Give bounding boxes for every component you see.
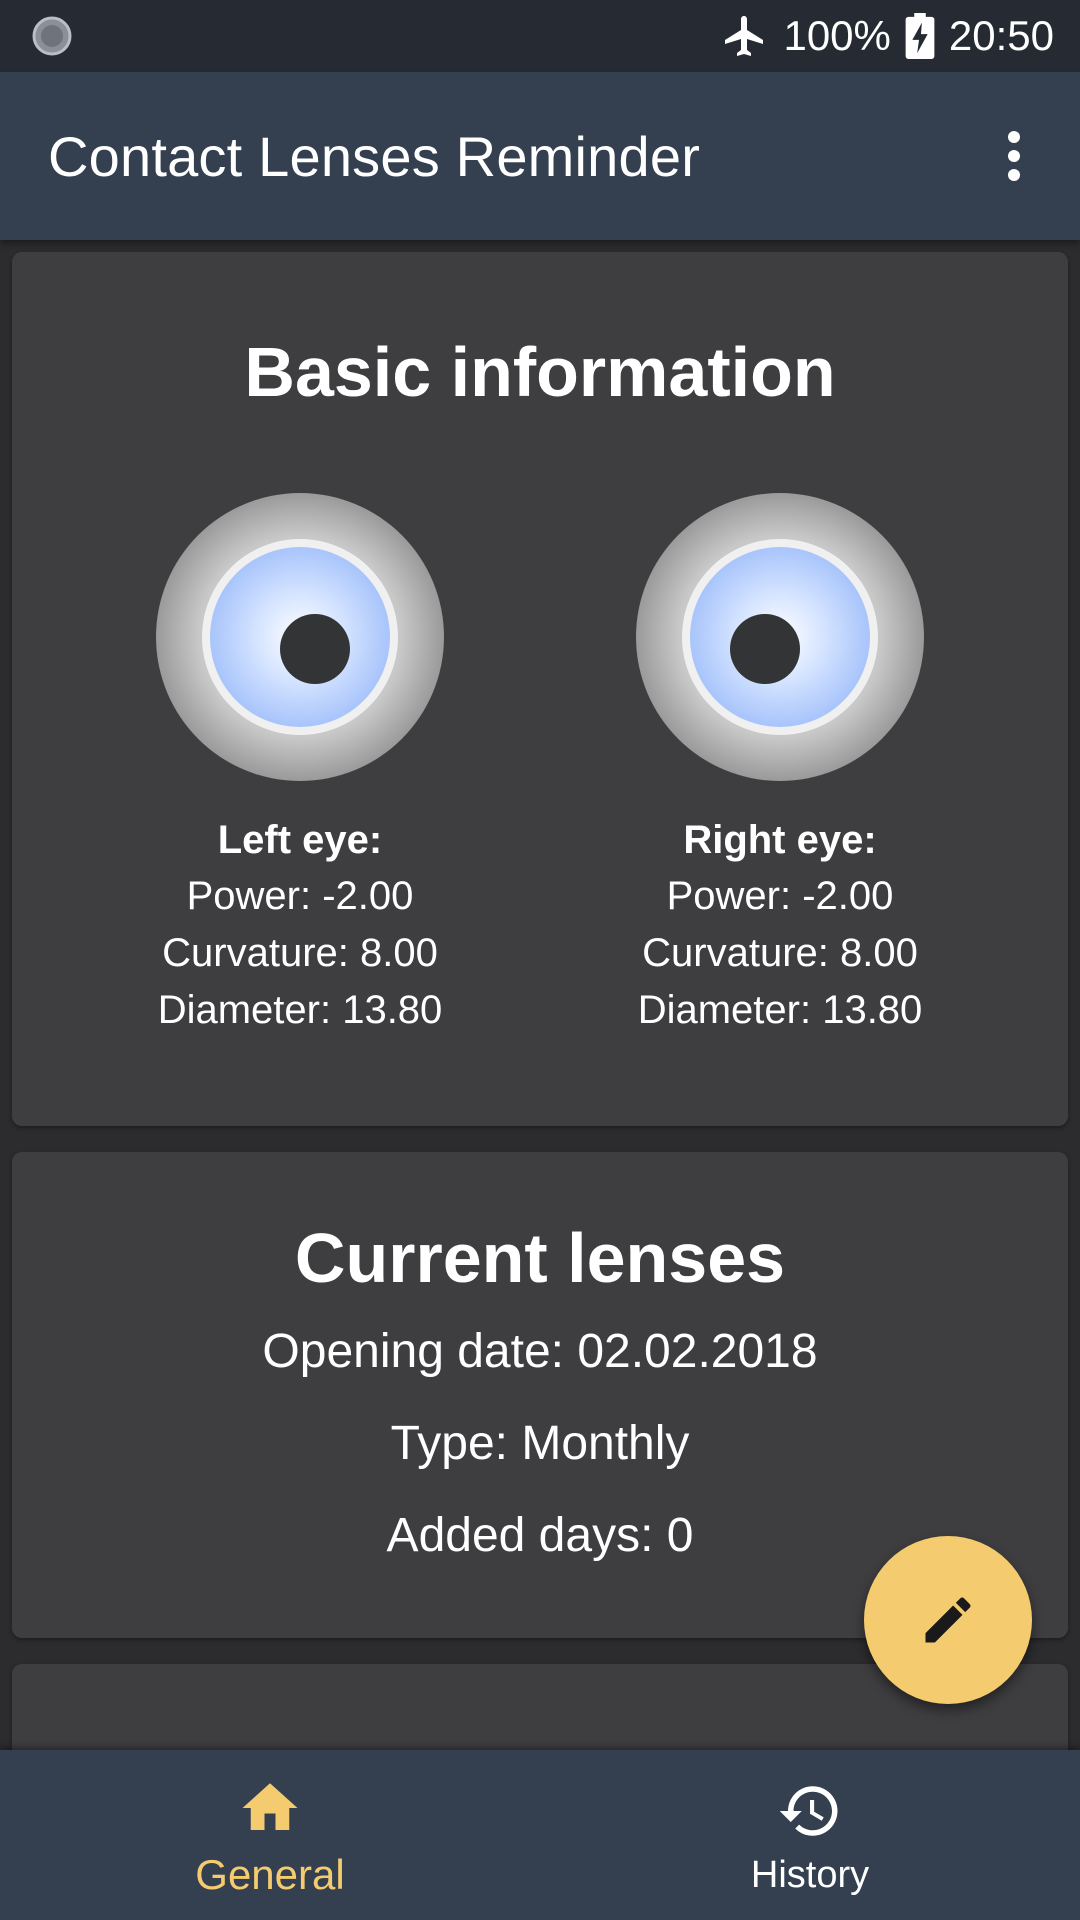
left-eye-curvature: Curvature: 8.00 xyxy=(162,931,438,975)
current-lenses-title: Current lenses xyxy=(294,1219,786,1297)
left-eye-lens-icon xyxy=(156,493,444,781)
right-eye-section: Right eye: Power: -2.00 Curvature: 8.00 … xyxy=(610,492,950,1039)
status-bar: 100% 20:50 xyxy=(0,0,1080,72)
home-icon xyxy=(242,1783,298,1830)
sync-notification-icon xyxy=(32,16,72,56)
battery-charging-icon xyxy=(905,13,935,59)
nav-general-label: General xyxy=(195,1851,345,1898)
right-eye-diameter: Diameter: 13.80 xyxy=(637,988,923,1032)
nav-general[interactable]: General xyxy=(0,1750,540,1920)
right-eye-curvature: Curvature: 8.00 xyxy=(642,931,918,975)
right-eye-lens-icon xyxy=(636,493,924,781)
left-eye-section: Left eye: Power: -2.00 Curvature: 8.00 D… xyxy=(130,492,470,1039)
pencil-icon xyxy=(925,1597,971,1643)
basic-information-card: Basic information Left eye: Power: -2.00… xyxy=(12,252,1068,1126)
bottom-navigation: General History xyxy=(0,1750,1080,1920)
battery-percentage: 100% xyxy=(783,12,891,59)
right-eye-power: Power: -2.00 xyxy=(666,874,894,918)
nav-history[interactable]: History xyxy=(540,1750,1080,1920)
left-eye-label: Left eye: xyxy=(217,818,383,862)
history-icon xyxy=(779,1785,838,1836)
app-title: Contact Lenses Reminder xyxy=(48,124,701,188)
left-eye-power: Power: -2.00 xyxy=(186,874,414,918)
left-eye-diameter: Diameter: 13.80 xyxy=(157,988,443,1032)
lens-type: Type: Monthly xyxy=(390,1417,690,1470)
clock: 20:50 xyxy=(948,12,1054,59)
main-content[interactable]: Basic information Left eye: Power: -2.00… xyxy=(0,240,1080,1750)
app-bar: Contact Lenses Reminder xyxy=(0,72,1080,240)
basic-information-title: Basic information xyxy=(244,333,836,411)
nav-history-label: History xyxy=(750,1853,870,1896)
opening-date: Opening date: 02.02.2018 xyxy=(262,1325,818,1378)
airplane-mode-icon xyxy=(725,16,764,56)
edit-button[interactable] xyxy=(864,1536,1032,1704)
right-eye-label: Right eye: xyxy=(683,818,877,862)
more-options-icon[interactable] xyxy=(984,126,1044,186)
